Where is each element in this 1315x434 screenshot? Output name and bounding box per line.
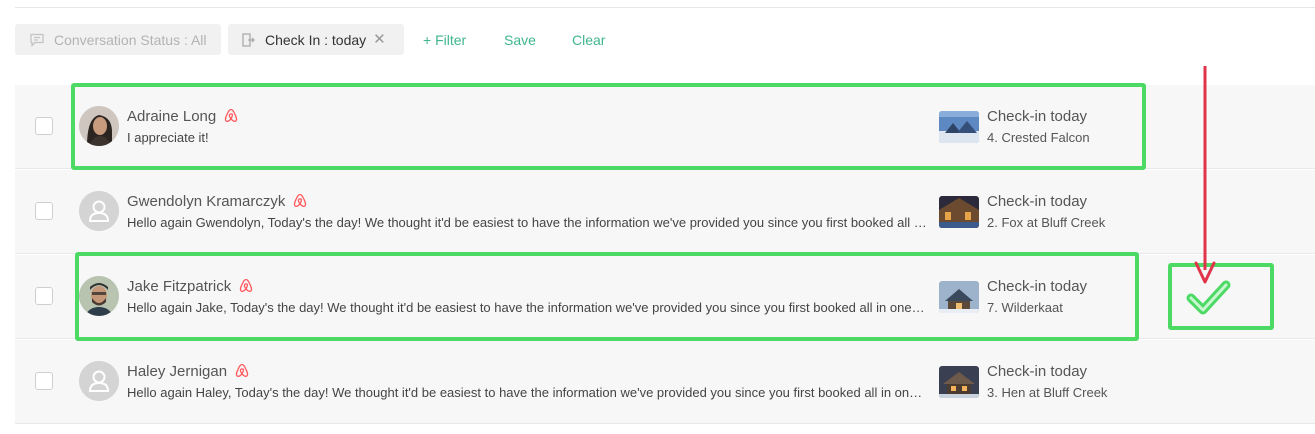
airbnb-icon bbox=[239, 278, 253, 297]
clear-button[interactable]: Clear bbox=[572, 24, 605, 55]
check-in-icon bbox=[240, 32, 256, 48]
message-preview: Hello again Gwendolyn, Today's the day! … bbox=[127, 215, 927, 230]
conversation-row[interactable]: Haley Jernigan Hello again Haley, Today'… bbox=[15, 340, 1315, 424]
avatar bbox=[79, 276, 119, 316]
conversation-row[interactable]: Adraine Long I appreciate it! Check-in t… bbox=[15, 85, 1315, 169]
property-thumbnail bbox=[939, 196, 979, 228]
chat-bubble-icon bbox=[29, 32, 45, 48]
airbnb-icon bbox=[293, 193, 307, 212]
message-preview: Hello again Jake, Today's the day! We th… bbox=[127, 300, 927, 315]
conversation-row[interactable]: Jake Fitzpatrick Hello again Jake, Today… bbox=[15, 255, 1315, 339]
check-in-filter-label: Check In : today bbox=[265, 31, 367, 48]
save-button[interactable]: Save bbox=[504, 24, 536, 55]
airbnb-icon bbox=[235, 363, 249, 382]
property-name: 4. Crested Falcon bbox=[987, 130, 1090, 145]
property-thumbnail bbox=[939, 111, 979, 143]
avatar bbox=[79, 191, 119, 231]
guest-name: Jake Fitzpatrick bbox=[127, 278, 253, 297]
conversation-status-filter-chip[interactable]: Conversation Status : All bbox=[15, 24, 221, 55]
property-thumbnail bbox=[939, 281, 979, 313]
check-in-filter-chip[interactable]: Check In : today ✕ bbox=[228, 24, 404, 55]
airbnb-icon bbox=[224, 108, 238, 127]
property-name: 3. Hen at Bluff Creek bbox=[987, 385, 1108, 400]
check-in-status: Check-in today bbox=[987, 278, 1088, 295]
message-preview: Hello again Haley, Today's the day! We t… bbox=[127, 385, 927, 400]
conversation-row[interactable]: Gwendolyn Kramarczyk Hello again Gwendol… bbox=[15, 170, 1315, 254]
check-in-status: Check-in today bbox=[987, 363, 1088, 380]
guest-name: Gwendolyn Kramarczyk bbox=[127, 193, 307, 212]
check-in-status: Check-in today bbox=[987, 193, 1088, 210]
row-checkbox[interactable] bbox=[35, 372, 53, 390]
top-divider bbox=[15, 7, 1315, 8]
avatar bbox=[79, 361, 119, 401]
annotation-arrow bbox=[1194, 66, 1216, 284]
check-in-status: Check-in today bbox=[987, 108, 1088, 125]
add-filter-button[interactable]: + Filter bbox=[423, 24, 466, 55]
close-icon[interactable]: ✕ bbox=[373, 32, 386, 47]
row-checkbox[interactable] bbox=[35, 202, 53, 220]
message-preview: I appreciate it! bbox=[127, 130, 209, 145]
guest-name: Adraine Long bbox=[127, 108, 238, 127]
avatar bbox=[79, 106, 119, 146]
guest-name: Haley Jernigan bbox=[127, 363, 249, 382]
property-thumbnail bbox=[939, 366, 979, 398]
row-checkbox[interactable] bbox=[35, 287, 53, 305]
property-name: 2. Fox at Bluff Creek bbox=[987, 215, 1106, 230]
conversation-status-label: Conversation Status : All bbox=[54, 31, 207, 48]
check-mark-icon bbox=[1186, 280, 1231, 315]
property-name: 7. Wilderkaat bbox=[987, 300, 1063, 315]
row-checkbox[interactable] bbox=[35, 117, 53, 135]
